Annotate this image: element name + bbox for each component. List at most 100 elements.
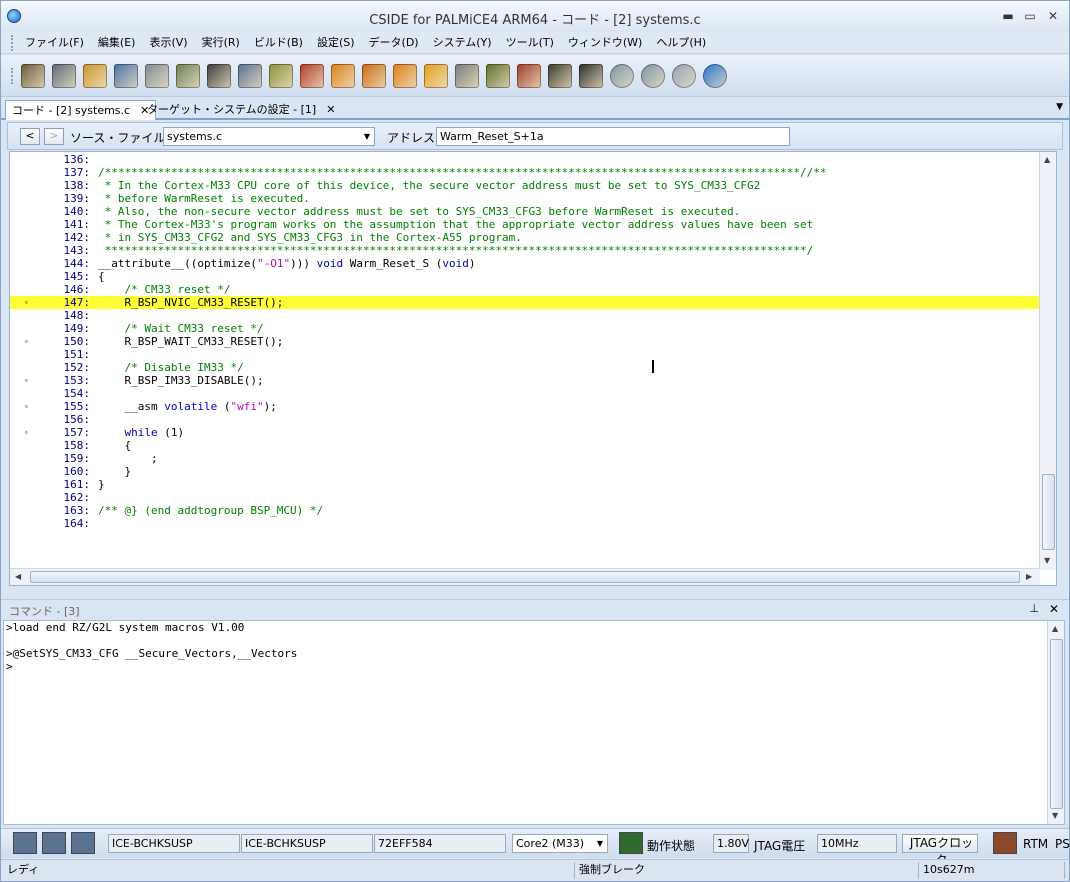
breakpoint-button[interactable] bbox=[266, 60, 295, 92]
close-icon[interactable]: ✕ bbox=[1044, 8, 1062, 24]
vertical-scrollbar[interactable]: ▲ ▼ bbox=[1039, 152, 1056, 570]
code-line[interactable]: 159: ; bbox=[10, 452, 1040, 465]
code-line[interactable]: 156: bbox=[10, 413, 1040, 426]
open-folder-button[interactable] bbox=[18, 60, 47, 92]
register-button[interactable] bbox=[173, 60, 202, 92]
code-editor[interactable]: 136: 137: /*******************************… bbox=[9, 151, 1057, 586]
menu-item[interactable]: 設定(S) bbox=[310, 32, 362, 54]
source-file-select[interactable]: systems.c ▼ bbox=[163, 127, 375, 146]
forward-button[interactable]: > bbox=[44, 128, 64, 145]
toolbar-grip[interactable] bbox=[11, 67, 14, 84]
code-line[interactable]: 139: * before WarmReset is executed. bbox=[10, 192, 1040, 205]
document-button[interactable] bbox=[142, 60, 171, 92]
scroll-up-icon[interactable]: ▲ bbox=[1052, 624, 1058, 633]
camera-button[interactable] bbox=[576, 60, 605, 92]
menu-item[interactable]: データ(D) bbox=[362, 32, 426, 54]
code-line[interactable]: ∘ 157: while (1) bbox=[10, 426, 1040, 439]
code-line[interactable]: 164: bbox=[10, 517, 1040, 530]
step-in-button[interactable] bbox=[328, 60, 357, 92]
code-line[interactable]: ∘ 150: R_BSP_WAIT_CM33_RESET(); bbox=[10, 335, 1040, 348]
cloud-edit-button[interactable] bbox=[638, 60, 667, 92]
jtag-clock-button[interactable]: JTAGクロック bbox=[902, 834, 978, 867]
trace-button[interactable] bbox=[452, 60, 481, 92]
address-input[interactable]: Warm_Reset_S+1a bbox=[436, 127, 790, 146]
watch-button[interactable] bbox=[235, 60, 264, 92]
code-line[interactable]: ∘ 155: __asm volatile ("wfi"); bbox=[10, 400, 1040, 413]
maximize-icon[interactable]: ▭ bbox=[1021, 8, 1039, 24]
chip-red-button[interactable] bbox=[514, 60, 543, 92]
close-tab-icon[interactable]: ✕ bbox=[326, 103, 335, 116]
breakpoint-marker-icon[interactable]: ∘ bbox=[24, 335, 29, 348]
tab-code-systems[interactable]: コード - [2] systems.c ✕ bbox=[5, 100, 157, 120]
menu-item[interactable]: ファイル(F) bbox=[18, 32, 91, 54]
tab-target-system[interactable]: ターゲット・システムの設定 - [1] ✕ bbox=[141, 100, 341, 120]
code-line[interactable]: ∘ 147: R_BSP_NVIC_CM33_RESET(); bbox=[10, 296, 1040, 309]
scroll-down-icon[interactable]: ▼ bbox=[1052, 811, 1058, 820]
code-line[interactable]: 136: bbox=[10, 153, 1040, 166]
scrollbar-thumb[interactable] bbox=[1050, 639, 1063, 809]
ice-status-icon[interactable] bbox=[42, 832, 66, 854]
menu-item[interactable]: 実行(R) bbox=[195, 32, 247, 54]
code-line[interactable]: 149: /* Wait CM33 reset */ bbox=[10, 322, 1040, 335]
cloud-sync-button[interactable] bbox=[669, 60, 698, 92]
ice-status-icon[interactable] bbox=[13, 832, 37, 854]
scrollbar-thumb[interactable] bbox=[30, 571, 1020, 583]
code-line[interactable]: 154: bbox=[10, 387, 1040, 400]
cloud-button[interactable] bbox=[607, 60, 636, 92]
code-line[interactable]: 146: /* CM33 reset */ bbox=[10, 283, 1040, 296]
menu-item[interactable]: 表示(V) bbox=[142, 32, 194, 54]
code-line[interactable]: 148: bbox=[10, 309, 1040, 322]
code-line[interactable]: 152: /* Disable IM33 */ bbox=[10, 361, 1040, 374]
scroll-left-icon[interactable]: ◀ bbox=[15, 572, 21, 581]
code-line[interactable]: 144: __attribute__((optimize("-O1"))) voi… bbox=[10, 257, 1040, 270]
code-line[interactable]: 143: ***********************************… bbox=[10, 244, 1040, 257]
source-list-button[interactable] bbox=[111, 60, 140, 92]
code-line[interactable]: 160: } bbox=[10, 465, 1040, 478]
breakpoint-marker-icon[interactable]: ∘ bbox=[24, 374, 29, 387]
code-line[interactable]: 138: * In the Cortex-M33 CPU core of thi… bbox=[10, 179, 1040, 192]
breakpoint-marker-icon[interactable]: ∘ bbox=[24, 296, 29, 309]
pin-icon[interactable]: ⊥ bbox=[1029, 602, 1039, 615]
scroll-up-icon[interactable]: ▲ bbox=[1044, 155, 1050, 164]
open-project-button[interactable] bbox=[49, 60, 78, 92]
menu-item[interactable]: ヘルプ(H) bbox=[649, 32, 713, 54]
step-out-button[interactable] bbox=[390, 60, 419, 92]
menu-item[interactable]: ウィンドウ(W) bbox=[561, 32, 649, 54]
command-console[interactable]: >load end RZ/G2L system macros V1.00 >@Se… bbox=[3, 620, 1065, 825]
chip-button[interactable] bbox=[483, 60, 512, 92]
memory-button[interactable] bbox=[204, 60, 233, 92]
code-line[interactable]: 151: bbox=[10, 348, 1040, 361]
close-pane-icon[interactable]: ✕ bbox=[1049, 602, 1059, 616]
code-line[interactable]: 140: * Also, the non-secure vector addre… bbox=[10, 205, 1040, 218]
ice-status-icon[interactable] bbox=[71, 832, 95, 854]
scroll-down-icon[interactable]: ▼ bbox=[1044, 556, 1050, 565]
folder-button[interactable] bbox=[80, 60, 109, 92]
minimize-icon[interactable]: ▬ bbox=[999, 8, 1017, 24]
code-line[interactable]: 137: /***********************************… bbox=[10, 166, 1040, 179]
code-line[interactable]: ∘ 153: R_BSP_IM33_DISABLE(); bbox=[10, 374, 1040, 387]
scroll-right-icon[interactable]: ▶ bbox=[1026, 572, 1032, 581]
core-select[interactable]: Core2 (M33) ▼ bbox=[512, 834, 608, 853]
code-line[interactable]: 141: * The Cortex-M33's program works on… bbox=[10, 218, 1040, 231]
horizontal-scrollbar[interactable]: ◀ ▶ bbox=[10, 568, 1040, 585]
step-over-button[interactable] bbox=[359, 60, 388, 92]
code-line[interactable]: 145: { bbox=[10, 270, 1040, 283]
menu-item[interactable]: ツール(T) bbox=[499, 32, 561, 54]
break-button[interactable] bbox=[297, 60, 326, 92]
refresh-button[interactable] bbox=[700, 60, 729, 92]
code-line[interactable]: 163: /** @} (end addtogroup BSP_MCU) */ bbox=[10, 504, 1040, 517]
breakpoint-marker-icon[interactable]: ∘ bbox=[24, 400, 29, 413]
code-line[interactable]: 158: { bbox=[10, 439, 1040, 452]
menu-grip[interactable] bbox=[11, 34, 14, 51]
menu-item[interactable]: 編集(E) bbox=[91, 32, 143, 54]
run-button[interactable] bbox=[421, 60, 450, 92]
breakpoint-marker-icon[interactable]: ∘ bbox=[24, 426, 29, 439]
tab-dropdown-icon[interactable]: ▼ bbox=[1056, 102, 1063, 112]
code-line[interactable]: 162: bbox=[10, 491, 1040, 504]
code-line[interactable]: 161:} bbox=[10, 478, 1040, 491]
vertical-scrollbar[interactable]: ▲ ▼ bbox=[1047, 621, 1064, 824]
bus-button[interactable] bbox=[545, 60, 574, 92]
menu-item[interactable]: システム(Y) bbox=[426, 32, 499, 54]
menu-item[interactable]: ビルド(B) bbox=[247, 32, 310, 54]
back-button[interactable]: < bbox=[20, 128, 40, 145]
